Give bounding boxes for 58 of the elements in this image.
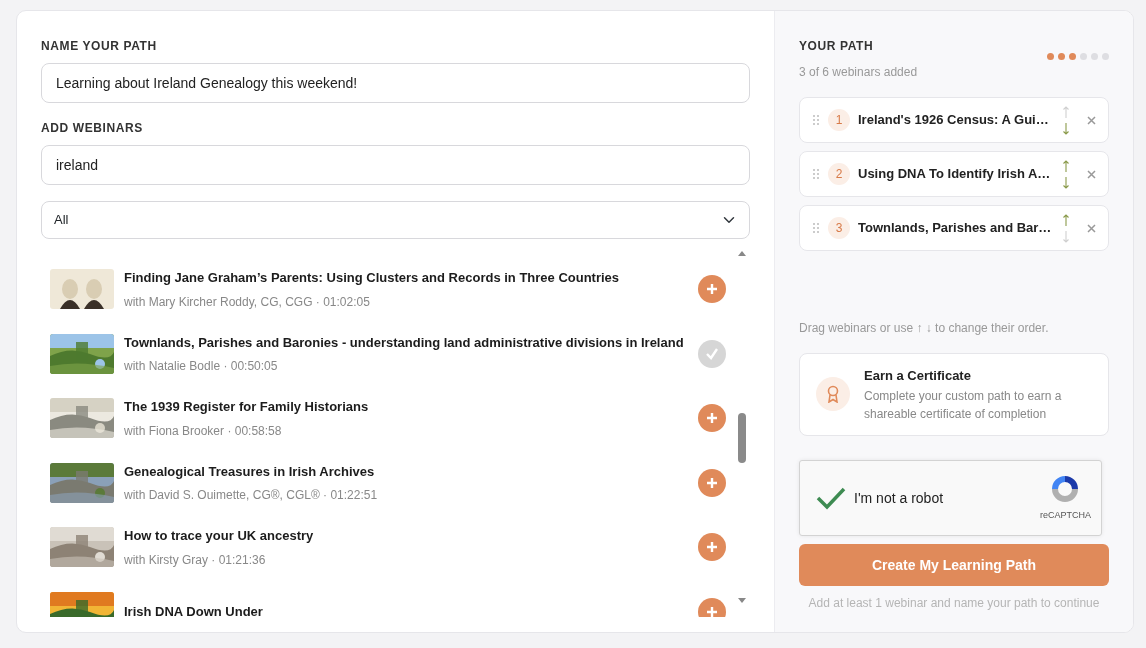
webinar-meta: with Mary Kircher Roddy, CG, CGG · 01:02:05 xyxy=(124,293,371,311)
filter-dropdown[interactable]: All xyxy=(41,201,750,239)
webinar-title: How to trace your UK ancestry xyxy=(124,527,314,545)
plus-icon xyxy=(707,606,717,617)
order-number: 2 xyxy=(828,163,850,185)
add-button[interactable] xyxy=(698,404,726,433)
drag-handle-icon[interactable] xyxy=(812,222,820,234)
captcha-widget[interactable]: I'm not a robot reCAPTCHA xyxy=(799,460,1102,536)
webinar-title: Townlands, Parishes and Baronies - understanding land administrative divisions in Ireland xyxy=(124,333,684,352)
path-item-title: Ireland's 1926 Census: A Gui… xyxy=(858,111,1050,130)
remove-button[interactable] xyxy=(1087,169,1096,179)
plus-icon xyxy=(707,413,717,424)
webinar-meta: with Kirsty Gray · 01:21:36 xyxy=(124,551,267,569)
remove-button[interactable] xyxy=(1087,223,1096,233)
field-label: NAME YOUR PATH xyxy=(41,38,158,55)
path-item-title: Townlands, Parishes and Bar… xyxy=(858,219,1053,238)
plus-icon xyxy=(707,477,717,488)
captcha-brand: reCAPTCHA xyxy=(1040,509,1091,523)
plus-icon xyxy=(707,542,717,553)
add-button[interactable] xyxy=(698,533,726,562)
award-icon xyxy=(816,377,850,412)
certificate-title: Earn a Certificate xyxy=(864,366,972,385)
webinar-meta: with David S. Ouimette, CG®, CGL® · 01:22:51 xyxy=(124,487,378,504)
progress-text: 3 of 6 webinars added xyxy=(799,64,918,81)
hint-text: Drag webinars or use ↑ ↓ to change their order. xyxy=(799,319,1050,337)
order-number: 1 xyxy=(828,109,850,131)
certificate-text: Complete your custom path to earn a shareable certificate of completion xyxy=(864,388,1063,423)
path-item[interactable]: 2 Using DNA To Identify Irish A… xyxy=(799,151,1109,197)
field-label: ADD WEBINARS xyxy=(41,120,144,137)
added-check-button[interactable] xyxy=(698,339,726,368)
add-button[interactable] xyxy=(698,597,726,617)
add-button[interactable] xyxy=(698,275,726,304)
move-up-button[interactable] xyxy=(1063,159,1069,172)
checkmark-icon[interactable] xyxy=(816,486,846,510)
drag-handle-icon[interactable] xyxy=(812,114,820,126)
remove-button[interactable] xyxy=(1087,115,1096,125)
webinar-title: Finding Jane Graham’s Parents: Using Clusters and Records in Three Countries xyxy=(124,269,620,287)
webinar-title: Irish DNA Down Under xyxy=(124,603,263,617)
drag-handle-icon[interactable] xyxy=(812,168,820,180)
order-number: 3 xyxy=(828,217,850,239)
section-heading: YOUR PATH xyxy=(799,38,875,55)
move-up-button[interactable] xyxy=(1063,213,1069,226)
path-item[interactable]: 1 Ireland's 1926 Census: A Gui… xyxy=(799,97,1109,143)
search-field[interactable]: ireland xyxy=(41,145,750,185)
path-item-title: Using DNA To Identify Irish A… xyxy=(858,165,1052,184)
webinar-meta: with Fiona Brooker · 00:58:58 xyxy=(124,422,283,440)
move-down-button[interactable] xyxy=(1063,122,1069,135)
webinar-meta: with Natalie Bodle · 00:50:05 xyxy=(124,358,279,375)
footnote-text: Add at least 1 webinar and name your path to continue xyxy=(807,595,1101,612)
path-item[interactable]: 3 Townlands, Parishes and Bar… xyxy=(799,205,1109,251)
check-icon xyxy=(705,346,719,361)
plus-icon xyxy=(707,284,717,295)
move-down-button[interactable] xyxy=(1063,176,1069,189)
add-button[interactable] xyxy=(698,468,726,497)
path-name-field[interactable]: Learning about Ireland Genealogy this weekend! xyxy=(41,63,750,103)
webinar-title: The 1939 Register for Family Historians xyxy=(124,398,369,416)
webinar-title: Genealogical Treasures in Irish Archives xyxy=(124,462,376,481)
captcha-label: I'm not a robot xyxy=(854,488,944,508)
